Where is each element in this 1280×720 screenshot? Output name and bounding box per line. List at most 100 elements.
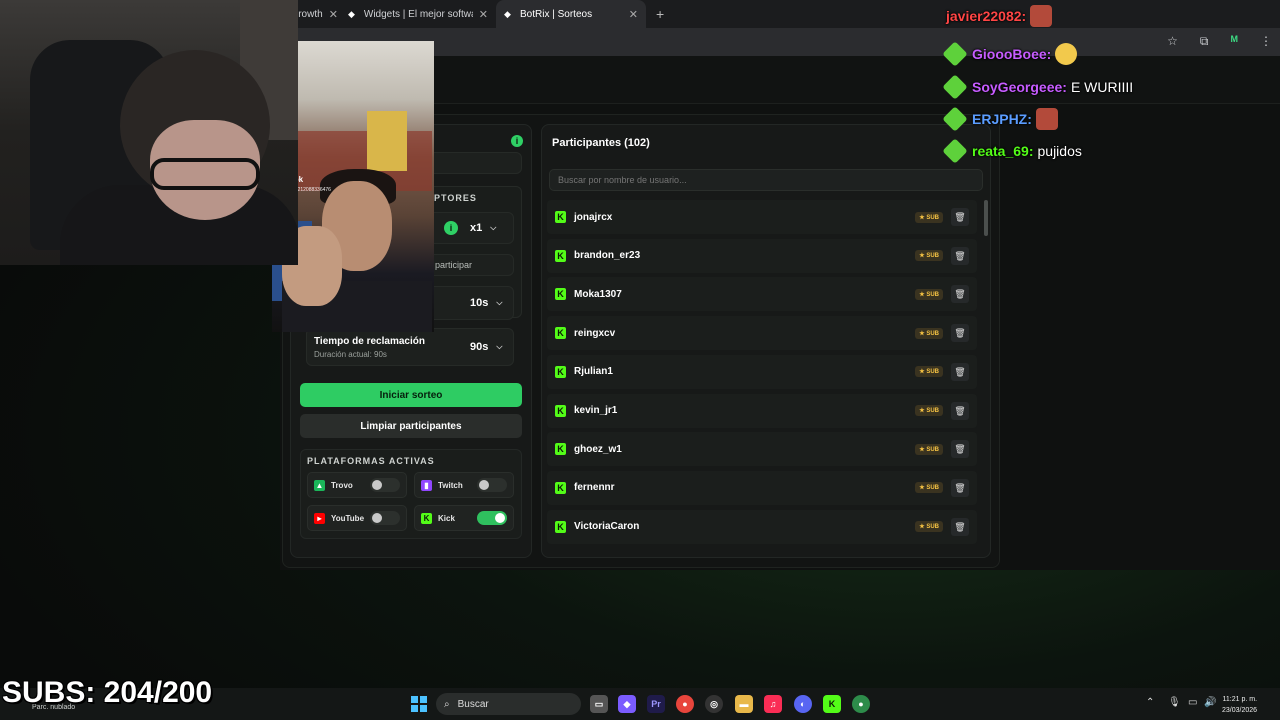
scrollbar[interactable]: [984, 200, 988, 236]
star-icon[interactable]: ☆: [1167, 34, 1178, 49]
platform-twitch: ▮ Twitch: [414, 472, 514, 498]
itunes-icon[interactable]: ♫: [764, 695, 782, 713]
trash-icon[interactable]: 🗑: [951, 324, 969, 343]
taskbar-search[interactable]: ⌕ Buscar: [436, 693, 581, 715]
kick-icon: K: [555, 520, 566, 533]
participant-search-input[interactable]: [549, 169, 983, 191]
close-icon[interactable]: ✕: [329, 8, 338, 21]
claim-time-subtitle: Duración actual: 90s: [314, 350, 387, 359]
sub-badge: ★ SUB: [915, 288, 943, 300]
participant-row: Kreingxcv ★ SUB 🗑: [547, 316, 977, 351]
sub-badge-label: SUB: [926, 446, 939, 453]
kick-icon: K: [555, 249, 566, 262]
platforms-title: PLATAFORMAS ACTIVAS: [307, 456, 435, 466]
premiere-pro-icon[interactable]: Pr: [647, 695, 665, 713]
trash-icon[interactable]: 🗑: [951, 285, 969, 304]
trash-icon[interactable]: 🗑: [951, 246, 969, 265]
participant-username: Rjulian1: [574, 366, 613, 378]
tab-label: BotRix | Sorteos: [520, 8, 593, 20]
start-giveaway-button[interactable]: Iniciar sorteo: [300, 383, 522, 407]
trash-icon[interactable]: 🗑: [951, 401, 969, 420]
search-icon: ⌕: [444, 698, 450, 710]
timer-select[interactable]: 10s ⌵: [470, 297, 502, 309]
chat-message: javier22082:: [946, 5, 1053, 27]
winners-select[interactable]: x1 ⌵: [470, 222, 496, 234]
volume-icon[interactable]: 🔊: [1204, 697, 1216, 708]
clock-date: 23/03/2026: [1222, 707, 1258, 714]
botrix-icon: ◆: [504, 9, 511, 19]
trash-icon[interactable]: 🗑: [951, 208, 969, 226]
kick-app-icon[interactable]: K: [823, 695, 841, 713]
youtube-toggle[interactable]: [370, 511, 400, 525]
claim-time-select[interactable]: 90s ⌵: [470, 341, 502, 353]
file-explorer-icon[interactable]: ▬: [735, 695, 753, 713]
participant-username: fernennr: [574, 482, 615, 494]
chat-message: reata_69: pujidos: [942, 138, 1082, 164]
sub-badge: ★ SUB: [915, 211, 943, 223]
tab-label: irowth: [296, 8, 323, 20]
kick-icon: K: [555, 404, 566, 417]
trash-icon[interactable]: 🗑: [951, 517, 969, 536]
winners-select-value: x1: [470, 222, 483, 234]
sub-badge-label: SUB: [926, 485, 939, 492]
windows-start-icon[interactable]: [411, 696, 427, 712]
participant-row: Kkevin_jr1 ★ SUB 🗑: [547, 393, 977, 428]
extensions-icon[interactable]: ⧉: [1200, 34, 1209, 49]
discord-icon[interactable]: ◐: [794, 695, 812, 713]
trash-icon[interactable]: 🗑: [951, 440, 969, 459]
emote-icon: [1055, 43, 1078, 65]
section-title: PTORES: [434, 193, 477, 203]
menu-icon[interactable]: ⋮: [1260, 34, 1272, 49]
tab-widgets[interactable]: ◆ Widgets | El mejor software pa ✕: [340, 0, 496, 28]
sub-badge-label: SUB: [926, 408, 939, 414]
trovo-toggle[interactable]: [370, 478, 400, 492]
new-tab-button[interactable]: +: [646, 6, 674, 22]
badge-icon: [942, 138, 968, 164]
chat-message: ERJPHZ:: [942, 106, 1058, 132]
chrome-icon[interactable]: ●: [676, 695, 694, 713]
participant-username: VictoriaCaron: [574, 521, 640, 533]
info-icon[interactable]: i: [511, 135, 523, 147]
sub-badge-label: SUB: [926, 253, 939, 260]
platform-youtube: ▸ YouTube: [307, 505, 407, 531]
chevron-down-icon: ⌵: [496, 298, 503, 307]
kick-icon: K: [555, 443, 566, 456]
platform-label: YouTube: [330, 513, 365, 523]
sub-badge: ★ SUB: [915, 366, 943, 378]
kick-icon: K: [555, 481, 566, 494]
chevron-up-icon[interactable]: ⌃: [1146, 697, 1154, 708]
participant-username: brandon_er23: [574, 250, 641, 262]
chrome-profile-icon[interactable]: ●: [852, 695, 870, 713]
claim-time-title: Tiempo de reclamación: [314, 336, 425, 347]
copilot-icon[interactable]: ◆: [618, 695, 636, 713]
clear-participants-button[interactable]: Limpiar participantes: [300, 414, 522, 438]
trash-icon[interactable]: 🗑: [951, 478, 969, 497]
sub-badge-label: SUB: [926, 291, 939, 298]
chat-username: javier22082:: [946, 8, 1027, 24]
participant-row: K VictoriaCaron ★ SUB 🗑: [547, 509, 977, 544]
task-view-icon[interactable]: ▭: [590, 695, 608, 713]
webcam-feed: [0, 0, 298, 265]
claim-time-select-value: 90s: [470, 341, 489, 353]
twitch-toggle[interactable]: [477, 478, 507, 492]
kick-toggle[interactable]: [477, 511, 507, 525]
taskbar-search-label: Buscar: [457, 698, 489, 710]
kick-icon: K: [555, 365, 566, 378]
close-icon[interactable]: ✕: [479, 8, 488, 21]
system-clock[interactable]: 11:21 p. m. 23/03/2026: [1222, 694, 1257, 716]
profile-avatar[interactable]: M: [1231, 34, 1239, 49]
participant-row: Kbrandon_er23 ★ SUB 🗑: [547, 238, 977, 273]
obs-icon[interactable]: ◎: [705, 695, 723, 713]
sub-badge-label: SUB: [926, 369, 939, 376]
info-icon[interactable]: i: [444, 221, 458, 235]
participant-username: ghoez_w1: [574, 443, 622, 455]
microphone-icon[interactable]: 🎙: [1168, 697, 1181, 708]
network-icon[interactable]: ▭: [1188, 697, 1197, 708]
twitch-icon: ▮: [421, 479, 432, 491]
participant-username: Moka1307: [574, 288, 622, 300]
sub-badge: ★ SUB: [915, 482, 943, 494]
trash-icon[interactable]: 🗑: [951, 362, 969, 381]
kick-icon: K: [555, 211, 566, 223]
tab-botrix-sorteos[interactable]: ◆ BotRix | Sorteos ✕: [496, 0, 646, 28]
close-icon[interactable]: ✕: [629, 8, 638, 21]
